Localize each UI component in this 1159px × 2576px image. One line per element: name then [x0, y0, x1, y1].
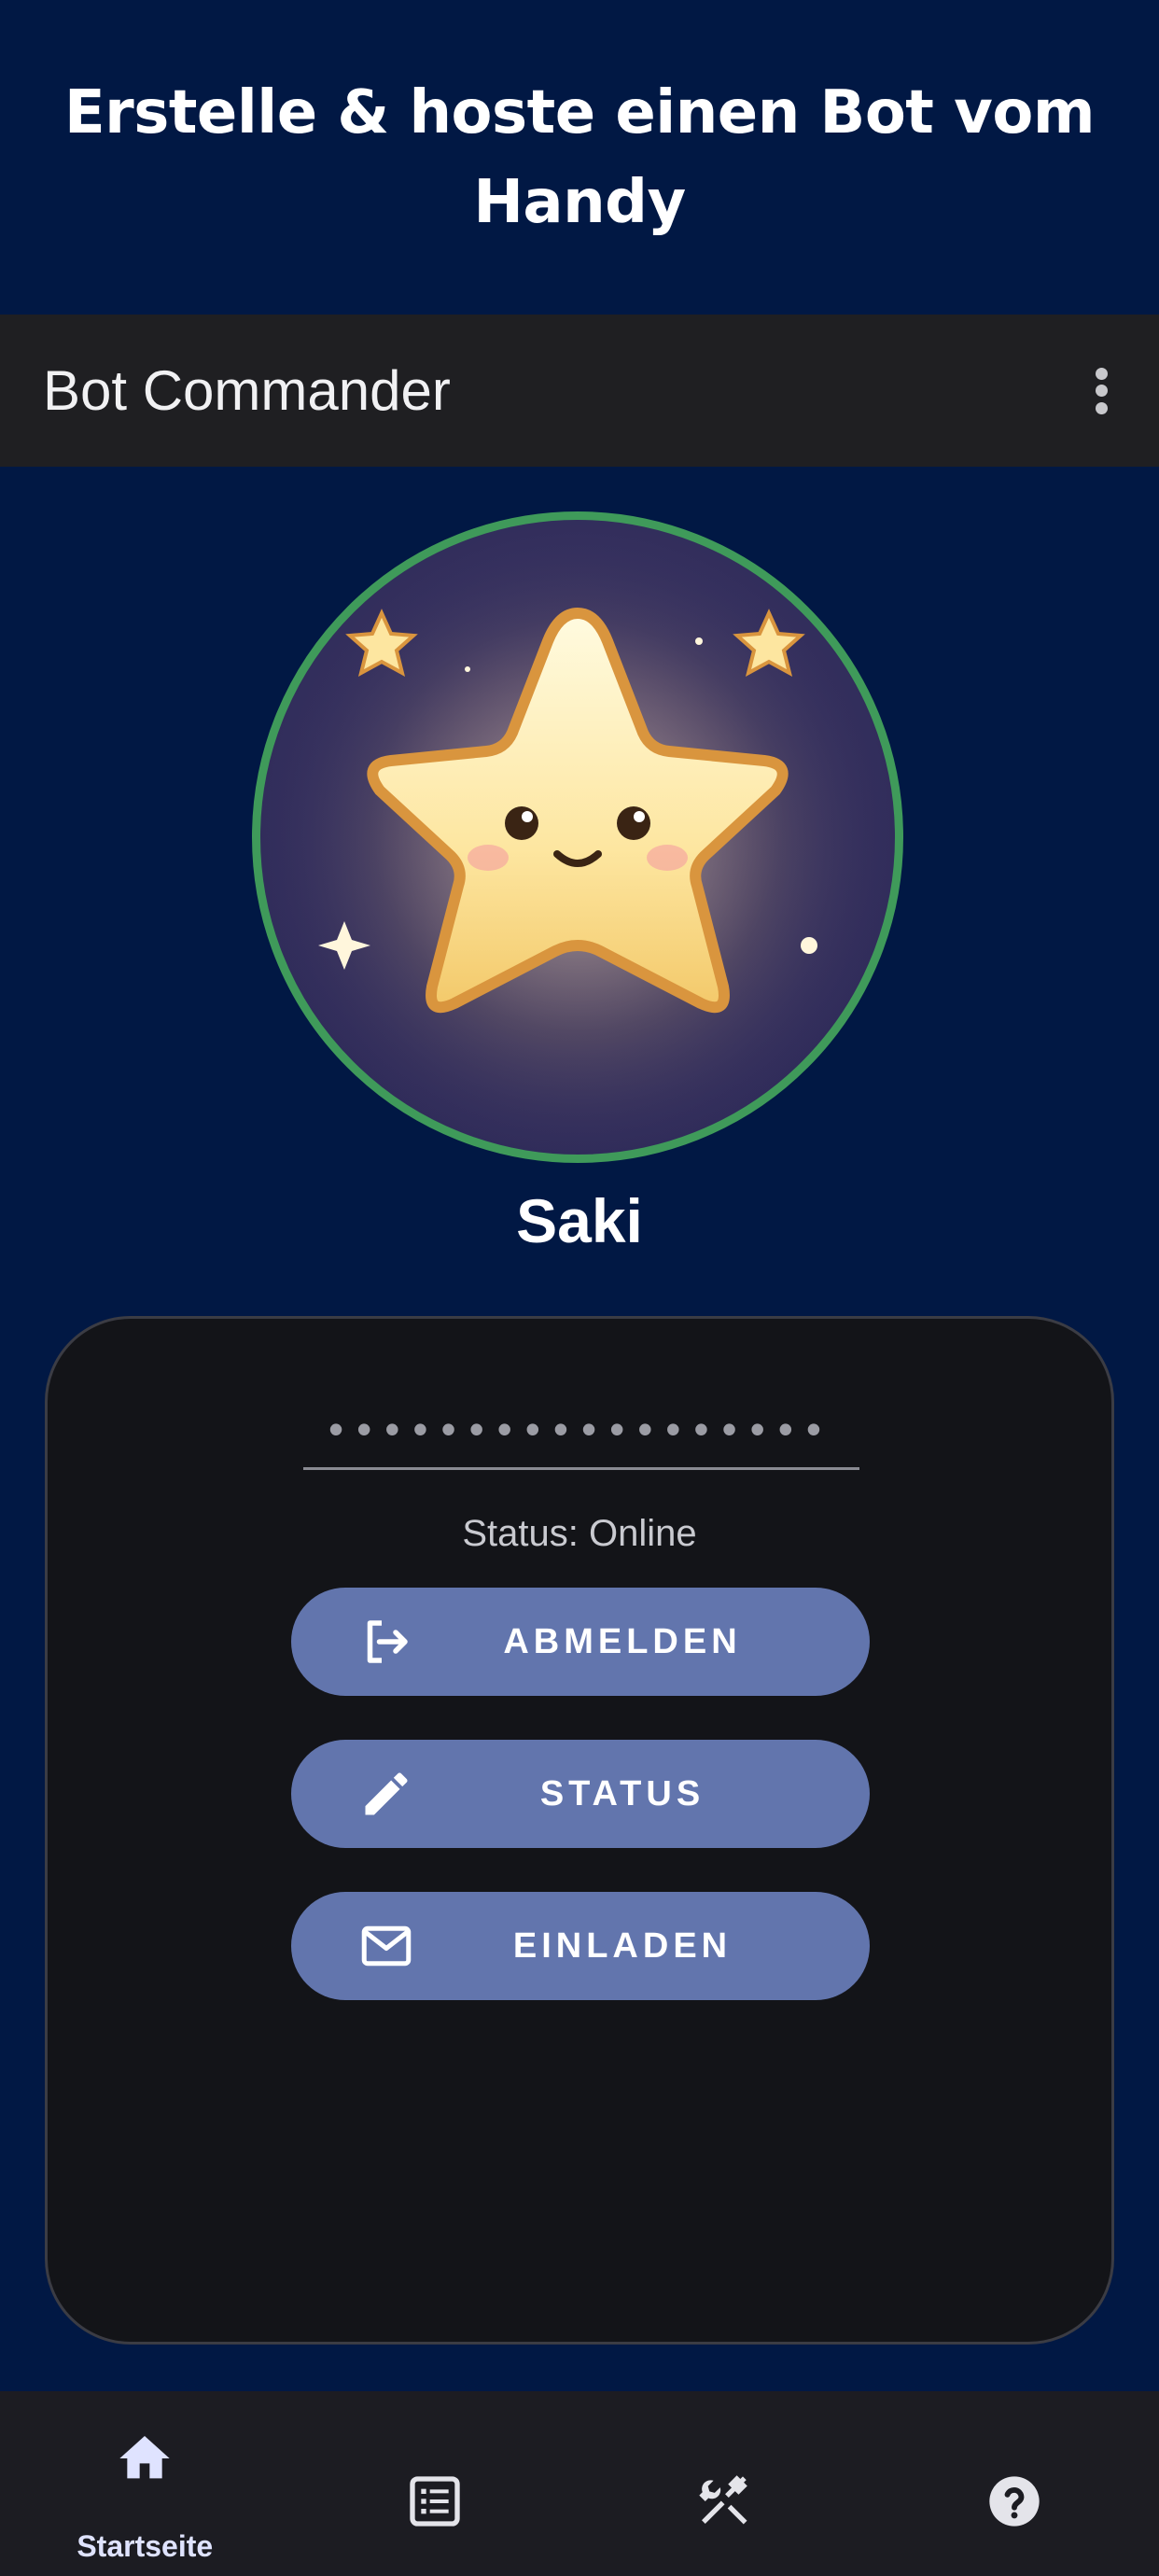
nav-item-tools[interactable]	[580, 2391, 870, 2576]
nav-item-help[interactable]	[870, 2391, 1159, 2576]
kawaii-star-avatar	[260, 520, 895, 1155]
logout-button[interactable]: ABMELDEN	[291, 1588, 870, 1696]
bot-control-card: •••••••••••••••••• Status: Online ABMELD…	[45, 1316, 1114, 2345]
nav-item-home[interactable]: Startseite	[0, 2391, 290, 2576]
list-icon	[410, 2476, 460, 2527]
nav-item-list[interactable]	[290, 2391, 580, 2576]
nav-label-home: Startseite	[77, 2529, 214, 2563]
app-title: Bot Commander	[43, 359, 451, 422]
bottom-navigation: Startseite	[0, 2391, 1159, 2576]
mail-icon	[361, 1925, 412, 1967]
home-icon	[119, 2436, 170, 2479]
bot-avatar	[252, 511, 903, 1163]
help-icon	[989, 2476, 1040, 2527]
status-button[interactable]: STATUS	[291, 1740, 870, 1848]
token-masked-value: ••••••••••••••••••	[328, 1405, 834, 1453]
bot-name: Saki	[516, 1186, 643, 1255]
promo-title: Erstelle & hoste einen Bot vom Handy	[63, 77, 1096, 237]
screen: Erstelle & hoste einen Bot vom Handy Bot…	[0, 0, 1159, 2576]
app-bar: Bot Commander	[0, 315, 1159, 467]
invite-button[interactable]: EINLADEN	[291, 1892, 870, 2000]
pencil-icon	[365, 1772, 408, 1815]
tools-icon	[699, 2475, 748, 2525]
promo-banner: Erstelle & hoste einen Bot vom Handy	[0, 0, 1159, 315]
more-vert-icon[interactable]	[1081, 358, 1122, 424]
status-text: Status: Online	[462, 1513, 697, 1554]
logout-icon	[367, 1620, 408, 1663]
token-field[interactable]: ••••••••••••••••••	[303, 1403, 859, 1470]
